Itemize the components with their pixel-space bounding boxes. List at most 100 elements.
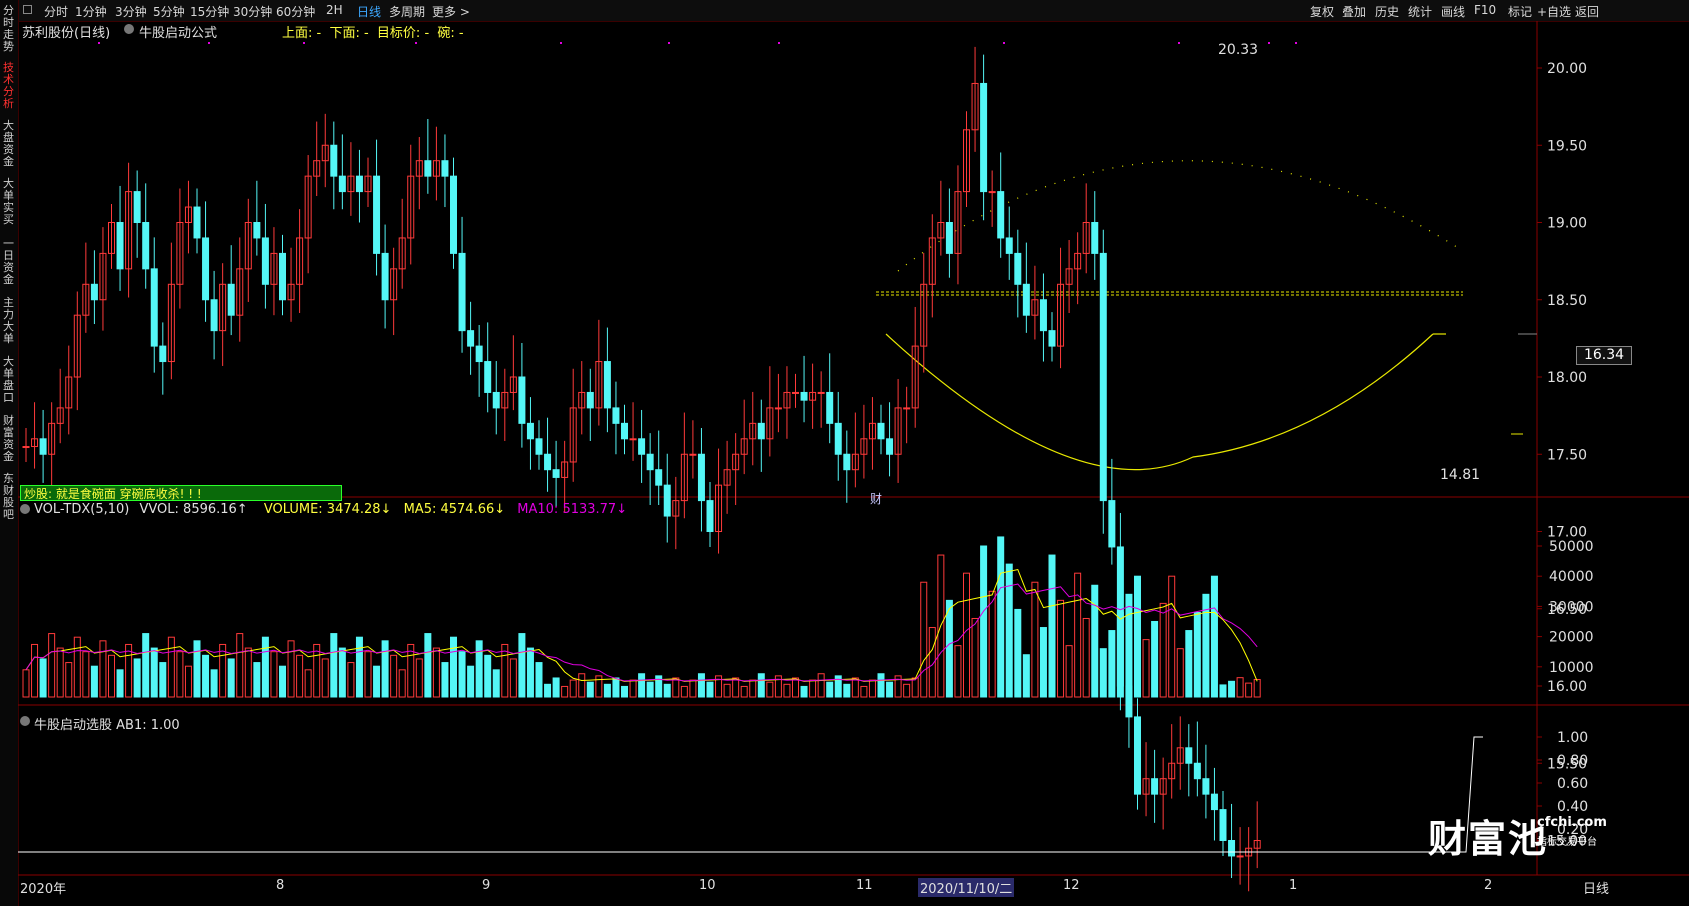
vol-indicator-name[interactable]: VOL-TDX(5,10) [34, 502, 129, 517]
volume-bar [142, 633, 150, 698]
volume-bar [800, 685, 808, 698]
formula-name[interactable]: 牛股启动公式 [139, 22, 217, 41]
volume-legend: VOL-TDX(5,10) VVOL: 8596.16↑ VOLUME: 347… [34, 502, 627, 517]
volume-bar [1228, 680, 1236, 698]
toolbar-tab-7[interactable]: +自选 [1537, 3, 1571, 20]
candle [99, 227, 107, 331]
candle [894, 379, 902, 483]
volume-bar [954, 645, 962, 698]
time-axis-label: 11 [856, 878, 873, 893]
price-tick-label: 18.00 [1547, 370, 1587, 386]
period-tab-10[interactable]: 更多 > [432, 3, 470, 20]
period-label[interactable]: 日线 [1583, 878, 1609, 897]
candle [1176, 716, 1184, 790]
candle [638, 409, 646, 483]
volume-bar [689, 679, 697, 698]
volume-bar [552, 677, 560, 698]
toolbar-tab-8[interactable]: 返回 [1575, 3, 1599, 20]
volume-bar [1091, 584, 1099, 698]
candle [1193, 721, 1201, 797]
volume-bar [90, 665, 98, 698]
candle [851, 412, 859, 488]
candle [826, 353, 834, 444]
candle [355, 149, 363, 223]
side-nav-item-8[interactable]: 东财股吧 [1, 473, 16, 521]
toolbar-tab-0[interactable]: 复权 [1310, 3, 1334, 20]
candle [82, 242, 90, 333]
volume-bar [1031, 581, 1039, 698]
candle [766, 366, 774, 457]
volume-bar [492, 669, 500, 698]
period-tab-1[interactable]: 1分钟 [75, 3, 107, 20]
period-tab-6[interactable]: 60分钟 [276, 3, 315, 20]
period-tab-0[interactable]: 分时 [44, 3, 68, 20]
signal-legend: 牛股启动选股 AB1: 1.00 [34, 718, 180, 733]
period-tab-3[interactable]: 5分钟 [153, 3, 185, 20]
candle [595, 319, 603, 426]
candle [338, 134, 346, 210]
volume-bar [945, 599, 953, 698]
candle [39, 409, 47, 483]
formula-settings-icon[interactable] [124, 24, 134, 34]
period-tab-4[interactable]: 15分钟 [190, 3, 229, 20]
candle [723, 440, 731, 514]
side-nav-item-0[interactable]: 分时走势 [1, 5, 16, 53]
toolbar-tab-1[interactable]: 叠加 [1342, 3, 1366, 20]
side-nav-item-1[interactable]: 技术分析 [1, 62, 16, 110]
toolbar-tab-2[interactable]: 历史 [1375, 3, 1399, 20]
high-price-label: 20.33 [1218, 42, 1259, 58]
period-tab-8[interactable]: 日线 [357, 3, 381, 20]
candle [1151, 749, 1159, 823]
candle [518, 343, 526, 448]
toolbar-tab-6[interactable]: 标记 [1508, 3, 1532, 20]
signal-tick-label: 0.60 [1557, 776, 1588, 792]
volume-bar [1236, 677, 1244, 698]
candle [210, 270, 218, 360]
period-tab-5[interactable]: 30分钟 [233, 3, 272, 20]
side-nav-item-4[interactable]: 一日资金 [1, 238, 16, 286]
candle [963, 111, 970, 208]
bowl-curve [876, 160, 1537, 471]
candle [484, 322, 492, 413]
candle [304, 155, 312, 274]
toolbar-tab-4[interactable]: 画线 [1441, 3, 1465, 20]
toolbar-tab-5[interactable]: F10 [1474, 3, 1496, 17]
vol-settings-icon[interactable] [20, 504, 30, 514]
volume-bar [133, 658, 141, 698]
volume-bar [877, 673, 885, 698]
volume-bar [432, 647, 440, 698]
volume-bar [621, 685, 628, 698]
window-icon[interactable] [23, 5, 32, 14]
volume-bar [39, 658, 47, 698]
volume-bars [22, 536, 1261, 698]
volume-bar [1116, 611, 1124, 698]
slogan-banner: 炒股: 就是食碗面 穿碗底收杀! ! ! [20, 485, 342, 501]
volume-bar [980, 545, 988, 698]
side-nav-item-3[interactable]: 大单实买 [1, 178, 16, 226]
side-nav-item-6[interactable]: 大单盘口 [1, 356, 16, 404]
toolbar-tab-3[interactable]: 统计 [1408, 3, 1432, 20]
volume-bar [1159, 602, 1167, 698]
volume-bar [1134, 575, 1141, 698]
cai-news-marker[interactable]: 财 [870, 490, 882, 507]
time-axis-label: 2020/11/10/二 [918, 878, 1015, 897]
period-tab-2[interactable]: 3分钟 [115, 3, 147, 20]
volume-bar [99, 640, 107, 698]
period-tab-9[interactable]: 多周期 [389, 3, 425, 20]
signal-settings-icon[interactable] [20, 716, 30, 726]
side-nav-item-2[interactable]: 大盘资金 [1, 120, 16, 168]
period-tab-7[interactable]: 2H [326, 3, 343, 17]
side-nav-item-7[interactable]: 财富资金 [1, 415, 16, 463]
volume-bar [578, 673, 586, 698]
bowl-bottom-arc [885, 333, 1434, 471]
candle [364, 157, 372, 208]
candle [167, 242, 175, 380]
volume-bar [1219, 684, 1227, 698]
stock-title[interactable]: 苏利股份(日线) [22, 22, 110, 41]
side-nav-item-5[interactable]: 主力大单 [1, 297, 16, 345]
candle [646, 433, 654, 506]
kline-chart[interactable]: 20.0019.5019.0018.5018.0017.5017.0016.50… [18, 21, 1689, 906]
volume-bar [612, 677, 620, 698]
volume-bar [125, 643, 133, 698]
volume-bar [279, 665, 286, 698]
